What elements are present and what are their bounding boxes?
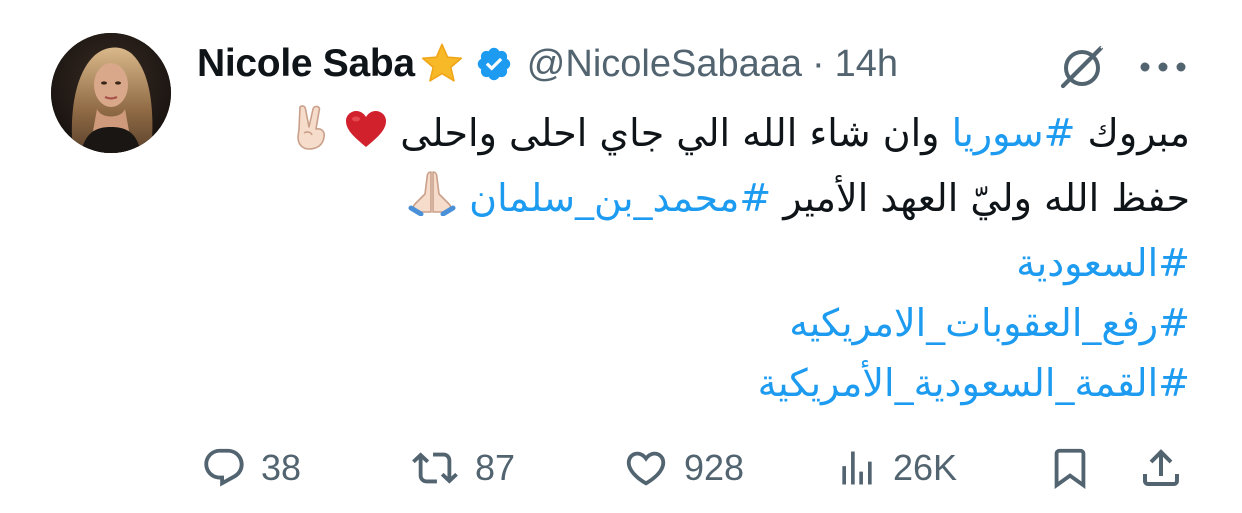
action-bar: 38 87 928 26K <box>197 440 1197 500</box>
reply-button[interactable]: 38 <box>201 440 301 496</box>
author-handle[interactable]: @NicoleSabaaa <box>527 43 802 86</box>
like-heart-icon <box>626 451 666 486</box>
hashtag-link[interactable]: #محمد_بن_سلمان <box>469 176 771 220</box>
repost-button[interactable]: 87 <box>409 440 515 496</box>
tweet-line-2: حفظ الله وليّ العهد الأمير #محمد_بن_سلما… <box>210 168 1190 233</box>
views-chart-icon <box>842 451 872 485</box>
views-button[interactable]: 26K <box>835 440 957 496</box>
avatar-photo <box>51 33 171 153</box>
repost-icon <box>412 452 458 484</box>
red-heart-icon <box>344 106 388 166</box>
separator-dot: · <box>811 42 825 85</box>
views-count: 26K <box>893 447 958 488</box>
verified-badge-icon[interactable] <box>475 45 513 83</box>
bookmark-button[interactable] <box>1047 440 1093 496</box>
hashtag-link[interactable]: #القمة_السعودية_الأمريكية <box>758 361 1190 405</box>
tweet-line-4: #رفع_العقوبات_الامريكيه <box>210 293 1190 353</box>
tweet-header: Nicole Saba @NicoleSabaaa · 14h <box>197 38 898 90</box>
tweet[interactable]: Nicole Saba @NicoleSabaaa · 14h مبروك #س… <box>0 0 1242 513</box>
share-button[interactable] <box>1137 440 1185 496</box>
like-button[interactable]: 928 <box>622 440 744 496</box>
share-upload-icon <box>1143 449 1179 486</box>
text-segment: حفظ الله وليّ العهد الأمير <box>771 176 1190 220</box>
grok-icon[interactable] <box>1055 43 1111 90</box>
timestamp[interactable]: 14h <box>835 43 898 86</box>
text-segment: مبروك <box>1075 111 1190 155</box>
like-count: 928 <box>684 447 745 488</box>
author-name[interactable]: Nicole Saba <box>197 42 415 86</box>
avatar[interactable] <box>51 33 171 153</box>
reply-icon <box>204 448 244 487</box>
repost-count: 87 <box>475 447 516 488</box>
bookmark-icon <box>1054 448 1086 489</box>
star-icon <box>419 42 465 86</box>
hashtag-link[interactable]: #السعودية <box>1016 241 1190 285</box>
text-segment: وان شاء الله الي جاي احلى واحلى <box>400 111 952 155</box>
folded-hands-icon <box>407 168 457 233</box>
reply-count: 38 <box>261 447 302 488</box>
tweet-line-1: مبروك #سوريا وان شاء الله الي جاي احلى و… <box>210 103 1190 168</box>
more-options-icon[interactable] <box>1138 60 1188 74</box>
victory-hand-icon <box>292 103 332 168</box>
hashtag-link[interactable]: #سوريا <box>952 111 1076 155</box>
tweet-line-5: #القمة_السعودية_الأمريكية <box>210 353 1190 413</box>
tweet-line-3: #السعودية <box>210 233 1190 293</box>
tweet-text: مبروك #سوريا وان شاء الله الي جاي احلى و… <box>210 103 1190 413</box>
hashtag-link[interactable]: #رفع_العقوبات_الامريكيه <box>789 301 1190 345</box>
